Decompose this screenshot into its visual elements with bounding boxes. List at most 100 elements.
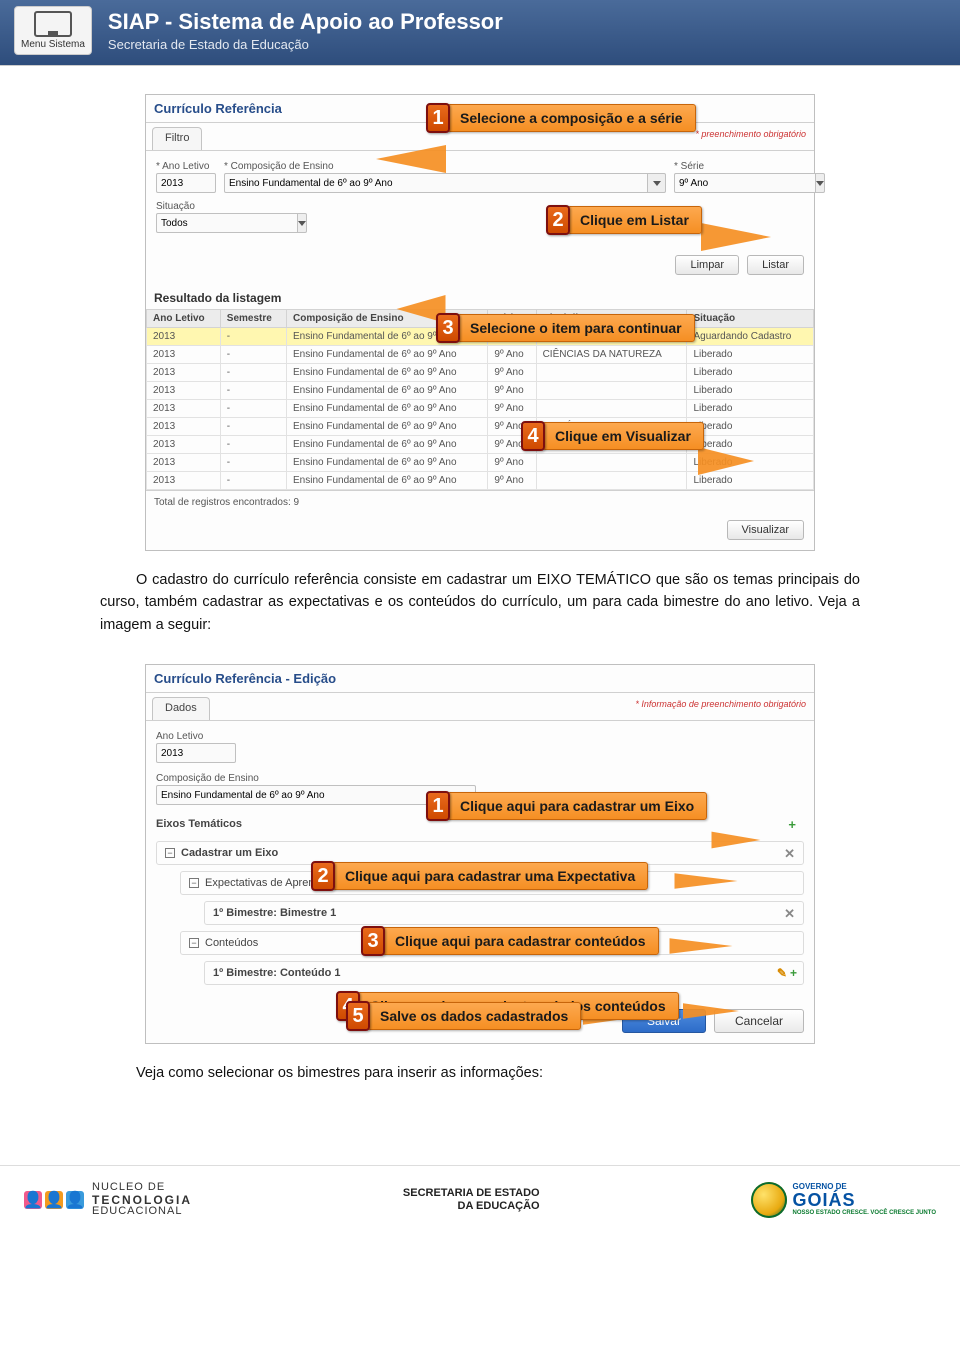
cell: Liberado (687, 382, 814, 400)
plus-icon[interactable]: + (790, 966, 797, 980)
table-row[interactable]: 2013-Ensino Fundamental de 6º ao 9º Ano9… (147, 364, 814, 382)
listar-button[interactable]: Listar (747, 255, 804, 275)
total-registros: Total de registros encontrados: 9 (146, 490, 814, 514)
tab-dados[interactable]: Dados (152, 697, 210, 720)
row-actions: ✎ + (777, 966, 797, 980)
cell: - (220, 418, 286, 436)
serie-dropdown[interactable] (816, 173, 825, 193)
conteudos-label: Conteúdos (205, 937, 258, 949)
comp-label-2: Composição de Ensino (156, 773, 476, 784)
cell (536, 364, 687, 382)
ano-label-2: Ano Letivo (156, 731, 236, 742)
cell: Ensino Fundamental de 6º ao 9º Ano (286, 454, 487, 472)
nte-logo: 👤 👤 👤 NUCLEO DE tecnoLogia EDUCACIONAL (24, 1182, 192, 1218)
situacao-dropdown[interactable] (298, 213, 307, 233)
app-subtitle: Secretaria de Estado da Educação (108, 37, 503, 52)
cell (536, 454, 687, 472)
visualizar-button[interactable]: Visualizar (727, 520, 805, 540)
collapse-icon[interactable]: − (189, 938, 199, 948)
comp-input-2[interactable] (156, 785, 476, 805)
composicao-dropdown[interactable] (648, 173, 666, 193)
col-header: Semestre (220, 310, 286, 328)
close-icon[interactable]: ✕ (784, 846, 795, 862)
cell: - (220, 382, 286, 400)
paragraph-1: O cadastro do currículo referência consi… (100, 569, 860, 636)
cell: - (220, 364, 286, 382)
paragraph-2: Veja como selecionar os bimestres para i… (100, 1062, 860, 1084)
cell: - (220, 346, 286, 364)
sed-line1: SECRETARIA DE ESTADO (403, 1187, 540, 1200)
callout-p2-5: 5 Salve os dados cadastrados (346, 1001, 581, 1031)
nte-line1: NUCLEO DE (92, 1181, 165, 1193)
cell: Ensino Fundamental de 6º ao 9º Ano (286, 382, 487, 400)
close-icon[interactable]: ✕ (784, 906, 795, 922)
ano-input[interactable] (156, 173, 216, 193)
table-row[interactable]: 2013-Ensino Fundamental de 6º ao 9º Ano9… (147, 418, 814, 436)
expectativas-label: Expectativas de Aprendizagem (205, 877, 356, 889)
table-row[interactable]: 2013-Ensino Fundamental de 6º ao 9º Ano9… (147, 400, 814, 418)
cell: 9º Ano (488, 418, 536, 436)
collapse-icon[interactable]: − (189, 878, 199, 888)
arrow-1 (376, 145, 446, 173)
cell (536, 472, 687, 490)
nte-line3: EDUCACIONAL (92, 1205, 182, 1217)
edit-icon[interactable]: ✎ (777, 966, 787, 980)
callout-p2-5-text: Salve os dados cadastrados (367, 1002, 581, 1030)
arrow-3 (397, 295, 446, 323)
cell: - (220, 454, 286, 472)
panel-curriculo-referencia: Currículo Referência Filtro * preenchime… (145, 94, 815, 551)
required-note-2: * Informação de preenchimento obrigatóri… (635, 699, 806, 709)
plus-icon[interactable]: + (788, 817, 796, 832)
cell: 2013 (147, 346, 221, 364)
bimestre1-label: 1º Bimestre: Bimestre 1 (213, 907, 336, 919)
row-cadastrar-eixo[interactable]: − Cadastrar um Eixo ✕ (156, 841, 804, 865)
limpar-button[interactable]: Limpar (675, 255, 739, 275)
cell: Ensino Fundamental de 6º ao 9º Ano (286, 364, 487, 382)
cell: Ensino Fundamental de 6º ao 9º Ano (286, 328, 487, 346)
cell: - (220, 400, 286, 418)
cell: 2013 (147, 328, 221, 346)
cell: Aguardando Cadastro (687, 328, 814, 346)
chevron-down-icon (298, 221, 306, 226)
table-row[interactable]: 2013-Ensino Fundamental de 6º ao 9º Ano9… (147, 382, 814, 400)
cell: 2013 (147, 454, 221, 472)
cell: 9º Ano (488, 472, 536, 490)
composicao-input[interactable] (224, 173, 648, 193)
menu-sistema-button[interactable]: Menu Sistema (14, 6, 92, 55)
app-title: SIAP - Sistema de Apoio ao Professor (108, 9, 503, 35)
cell: - (220, 328, 286, 346)
serie-label: * Série (674, 161, 804, 172)
table-row[interactable]: 2013-Ensino Fundamental de 6º ao 9º Ano9… (147, 346, 814, 364)
collapse-icon[interactable]: − (165, 848, 175, 858)
col-header: Série (488, 310, 536, 328)
cell: CIÊNCIAS DA NATUREZA (536, 346, 687, 364)
row-bimestre1[interactable]: 1º Bimestre: Bimestre 1 ✕ (204, 901, 804, 925)
badge-p2-5: 5 (346, 1001, 370, 1031)
chevron-down-icon (653, 181, 661, 186)
cell (536, 382, 687, 400)
col-header: Composição de Ensino (286, 310, 487, 328)
serie-input[interactable] (674, 173, 816, 193)
situacao-input[interactable] (156, 213, 298, 233)
slogan-line: NOSSO ESTADO CRESCE. VOCÊ CRESCE JUNTO (793, 1210, 936, 1216)
ano-input-2[interactable] (156, 743, 236, 763)
cell: Liberado (687, 364, 814, 382)
panel1-title: Currículo Referência (146, 95, 814, 123)
tab-filtro[interactable]: Filtro (152, 127, 202, 150)
col-header: Ano Letivo (147, 310, 221, 328)
cell: 2013 (147, 418, 221, 436)
arrow-p2-1 (712, 832, 761, 849)
cell: Ensino Fundamental de 6º ao 9º Ano (286, 346, 487, 364)
cell: Liberado (687, 346, 814, 364)
table-row[interactable]: 2013-Ensino Fundamental de 6º ao 9º Ano9… (147, 328, 814, 346)
cell: 2013 (147, 436, 221, 454)
cell: 2013 (147, 382, 221, 400)
row-bimestre1-conteudo[interactable]: 1º Bimestre: Conteúdo 1 ✎ + (204, 961, 804, 985)
cell: Ensino Fundamental de 6º ao 9º Ano (286, 472, 487, 490)
arrow-p2-5 (583, 1010, 639, 1025)
arrow-p2-2 (675, 874, 738, 889)
bimestre1c-label: 1º Bimestre: Conteúdo 1 (213, 967, 340, 979)
goias-logo: GOVERNO DE GOIÁS NOSSO ESTADO CRESCE. VO… (751, 1182, 936, 1218)
app-header: Menu Sistema SIAP - Sistema de Apoio ao … (0, 0, 960, 66)
panel-curriculo-edicao: Currículo Referência - Edição Dados * In… (145, 664, 815, 1044)
